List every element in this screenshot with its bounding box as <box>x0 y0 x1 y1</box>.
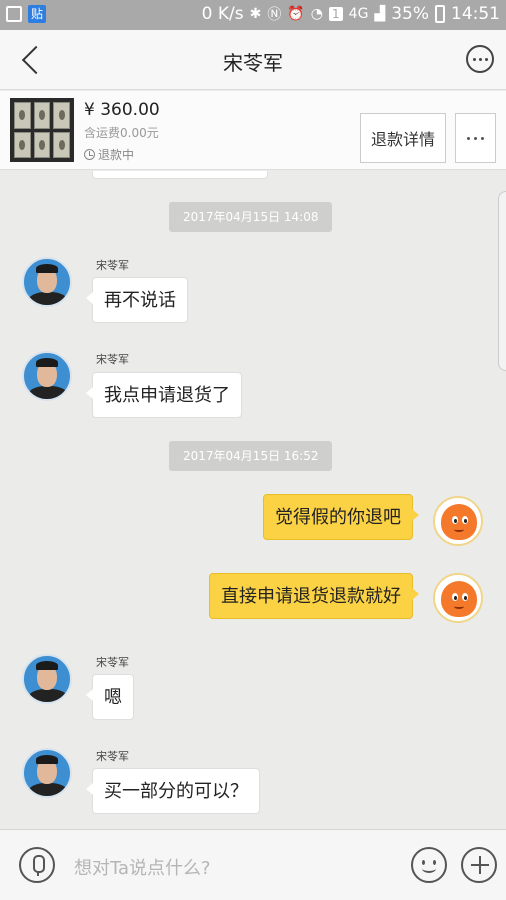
refund-status: 退款中 <box>84 146 134 163</box>
sim-badge: 1 <box>329 7 343 21</box>
network-type: 4G <box>348 6 369 22</box>
contact-avatar[interactable] <box>22 748 72 798</box>
outgoing-message[interactable]: 觉得假的你退吧 <box>263 494 419 540</box>
my-avatar[interactable] <box>433 496 483 546</box>
add-attachment-icon[interactable] <box>461 847 497 883</box>
gallery-notification-icon <box>6 6 22 22</box>
bluetooth-icon: ✱ <box>249 6 262 22</box>
sender-name: 宋苓军 <box>96 656 129 669</box>
page-title: 宋苓军 <box>223 51 283 75</box>
battery-percent: 35% <box>391 4 429 24</box>
clock: 14:51 <box>451 4 500 24</box>
refund-status-label: 退款中 <box>98 148 135 162</box>
incoming-message[interactable]: 我点申请退货了 <box>86 372 242 418</box>
input-bar: 想对Ta说点什么? <box>0 829 506 900</box>
emoji-icon[interactable] <box>411 847 447 883</box>
side-panel-handle[interactable] <box>498 191 506 371</box>
battery-icon <box>435 5 445 23</box>
contact-avatar[interactable] <box>22 654 72 704</box>
order-card: ¥ 360.00 含运费0.00元 退款中 退款详情 <box>0 91 506 170</box>
outgoing-message[interactable]: 直接申请退货退款就好 <box>209 573 419 619</box>
contact-avatar[interactable] <box>22 257 72 307</box>
timestamp: 2017年04月15日 16:52 <box>169 441 333 471</box>
alarm-icon: ⏰ <box>287 6 305 22</box>
previous-message-bubble <box>92 171 268 179</box>
incoming-message[interactable]: 买一部分的可以？ <box>86 768 260 814</box>
status-bar: 贴 0 K/s ✱ Ⓝ ⏰ ◔ 1 4G ▟ 35% 14:51 <box>0 0 506 30</box>
sender-name: 宋苓军 <box>96 353 129 366</box>
clock-icon <box>84 149 95 160</box>
sender-name: 宋苓军 <box>96 259 129 272</box>
refund-details-button[interactable]: 退款详情 <box>360 113 446 163</box>
sender-name: 宋苓军 <box>96 750 129 763</box>
product-thumbnail[interactable] <box>10 98 74 162</box>
my-avatar[interactable] <box>433 573 483 623</box>
chat-header: 宋苓军 <box>0 30 506 90</box>
contact-avatar[interactable] <box>22 351 72 401</box>
nfc-icon: Ⓝ <box>267 7 282 23</box>
message-list[interactable]: 2017年04月15日 14:08 宋苓军 再不说话 宋苓军 我点申请退货了 2… <box>0 171 506 829</box>
incoming-message[interactable]: 嗯 <box>86 674 134 720</box>
wifi-icon: ◔ <box>310 6 324 22</box>
network-speed: 0 K/s <box>201 4 244 24</box>
message-input[interactable]: 想对Ta说点什么? <box>74 854 211 880</box>
order-price: ¥ 360.00 <box>84 100 160 120</box>
tieba-notification-icon: 贴 <box>28 5 47 23</box>
more-options-icon[interactable] <box>466 45 494 73</box>
incoming-message[interactable]: 再不说话 <box>86 277 188 323</box>
timestamp: 2017年04月15日 14:08 <box>169 202 333 232</box>
shipping-fee: 含运费0.00元 <box>84 126 159 140</box>
signal-icon: ▟ <box>374 6 386 22</box>
microphone-icon[interactable] <box>19 847 55 883</box>
order-more-button[interactable] <box>455 113 496 163</box>
